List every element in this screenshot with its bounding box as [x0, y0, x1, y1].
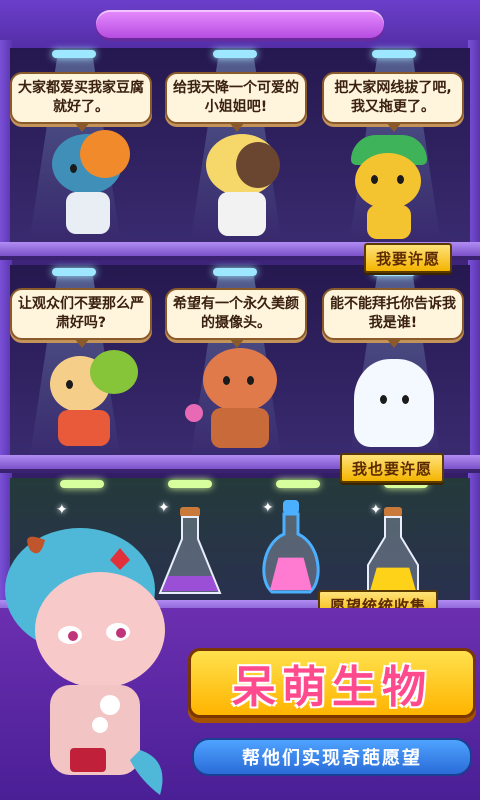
- hair: [236, 142, 280, 188]
- shelf-lamp: [168, 480, 212, 488]
- game-screen: 大家都爱买我家豆腐就好了。 给我天降一个可爱的小姐姐吧! 把大家网线拔了吧,我又…: [0, 0, 480, 800]
- shelf-lamp: [213, 50, 257, 58]
- also-wish-button[interactable]: 我也要许愿: [340, 453, 445, 483]
- flower-icon: [185, 404, 203, 422]
- wish-bubble: 把大家网线拔了吧,我又拖更了。: [322, 72, 464, 132]
- jester-hat: [90, 350, 138, 394]
- character-eye: [223, 376, 230, 385]
- character-eye: [70, 164, 77, 173]
- potion-flask-yellow[interactable]: [364, 505, 422, 597]
- character-monster[interactable]: [185, 348, 290, 450]
- character-jester[interactable]: [40, 350, 140, 450]
- game-title: 呆萌生物: [188, 648, 476, 718]
- character-head: [203, 348, 277, 412]
- character-eye: [247, 376, 254, 385]
- wish-bubble: 能不能拜托你告诉我我是谁!: [322, 288, 464, 348]
- wish-bubble: 大家都爱买我家豆腐就好了。: [10, 72, 152, 132]
- shelf-lamp: [52, 268, 96, 276]
- wish-bubble: 给我天降一个可爱的小姐姐吧!: [165, 72, 307, 132]
- character-body: [58, 410, 110, 446]
- character-streamer[interactable]: [345, 135, 435, 242]
- character-ghost[interactable]: [350, 355, 440, 450]
- pumpkin-hat: [80, 130, 130, 178]
- shelf-lamp: [52, 50, 96, 58]
- make-wish-button[interactable]: 我要许愿: [364, 243, 453, 273]
- sparkle-icon: ✦: [56, 502, 68, 518]
- character-wishful-boy[interactable]: [198, 130, 288, 242]
- shelf-lamp: [60, 480, 104, 488]
- shelf-lamp: [372, 50, 416, 58]
- character-body: [66, 192, 110, 234]
- wish-bubble: 让观众们不要那么严肃好吗?: [10, 288, 152, 348]
- potion-bottle-pink[interactable]: [258, 500, 324, 597]
- potion-liquid: [370, 567, 416, 591]
- character-body: [218, 192, 266, 236]
- character-eye: [66, 380, 73, 389]
- character-tofu-seller[interactable]: [40, 130, 130, 242]
- character-eye: [397, 175, 404, 184]
- character-eye: [380, 395, 387, 404]
- shelf-lamp: [276, 480, 320, 488]
- character-body: [211, 408, 269, 448]
- top-banner: [96, 10, 384, 38]
- ghost-body: [354, 359, 434, 447]
- game-subtitle: 帮他们实现奇葩愿望: [192, 738, 472, 776]
- character-head: [355, 153, 421, 209]
- shelf-lamp: [213, 268, 257, 276]
- wish-bubble: 希望有一个永久美颜的摄像头。: [165, 288, 307, 348]
- character-eye: [371, 175, 378, 184]
- character-eye: [402, 395, 409, 404]
- character-body: [367, 205, 411, 239]
